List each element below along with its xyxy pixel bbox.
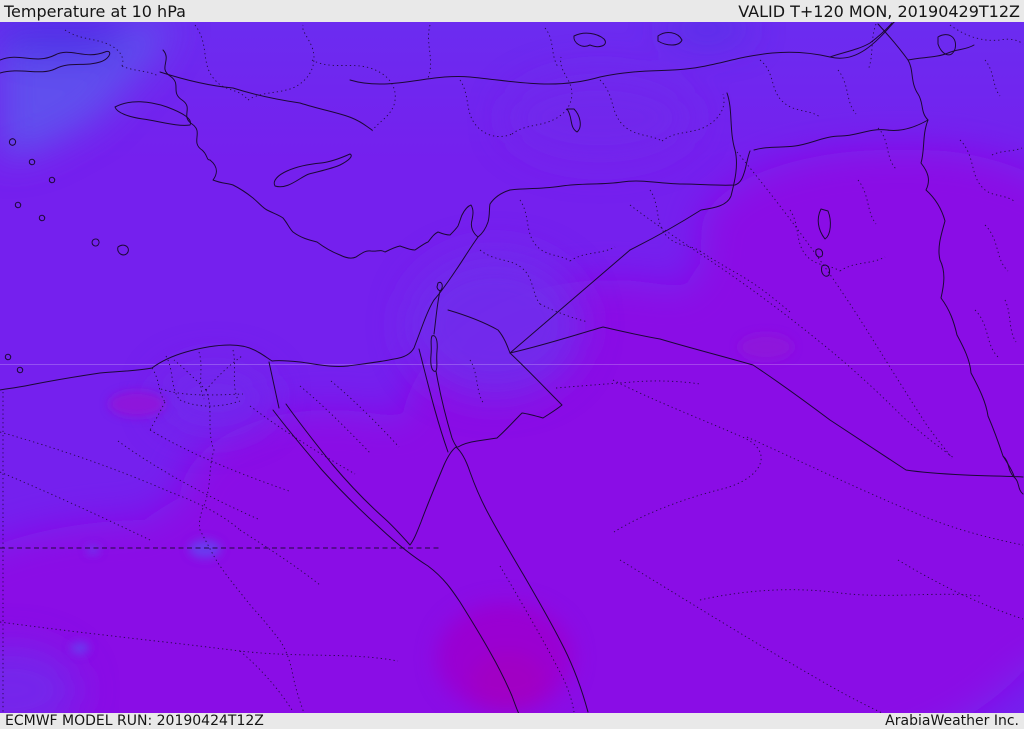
model-run-label: ECMWF MODEL RUN: 20190424T12Z bbox=[5, 713, 264, 729]
map-title: Temperature at 10 hPa bbox=[4, 2, 186, 21]
footer-bar: ECMWF MODEL RUN: 20190424T12Z ArabiaWeat… bbox=[0, 713, 1024, 729]
brand-label: ArabiaWeather Inc. bbox=[885, 713, 1019, 729]
header-bar: Temperature at 10 hPa VALID T+120 MON, 2… bbox=[0, 0, 1024, 22]
weather-map bbox=[0, 0, 1024, 729]
valid-time-label: VALID T+120 MON, 20190429T12Z bbox=[738, 2, 1020, 21]
temperature-hot-spots bbox=[437, 603, 573, 713]
weather-map-screen: Temperature at 10 hPa VALID T+120 MON, 2… bbox=[0, 0, 1024, 729]
